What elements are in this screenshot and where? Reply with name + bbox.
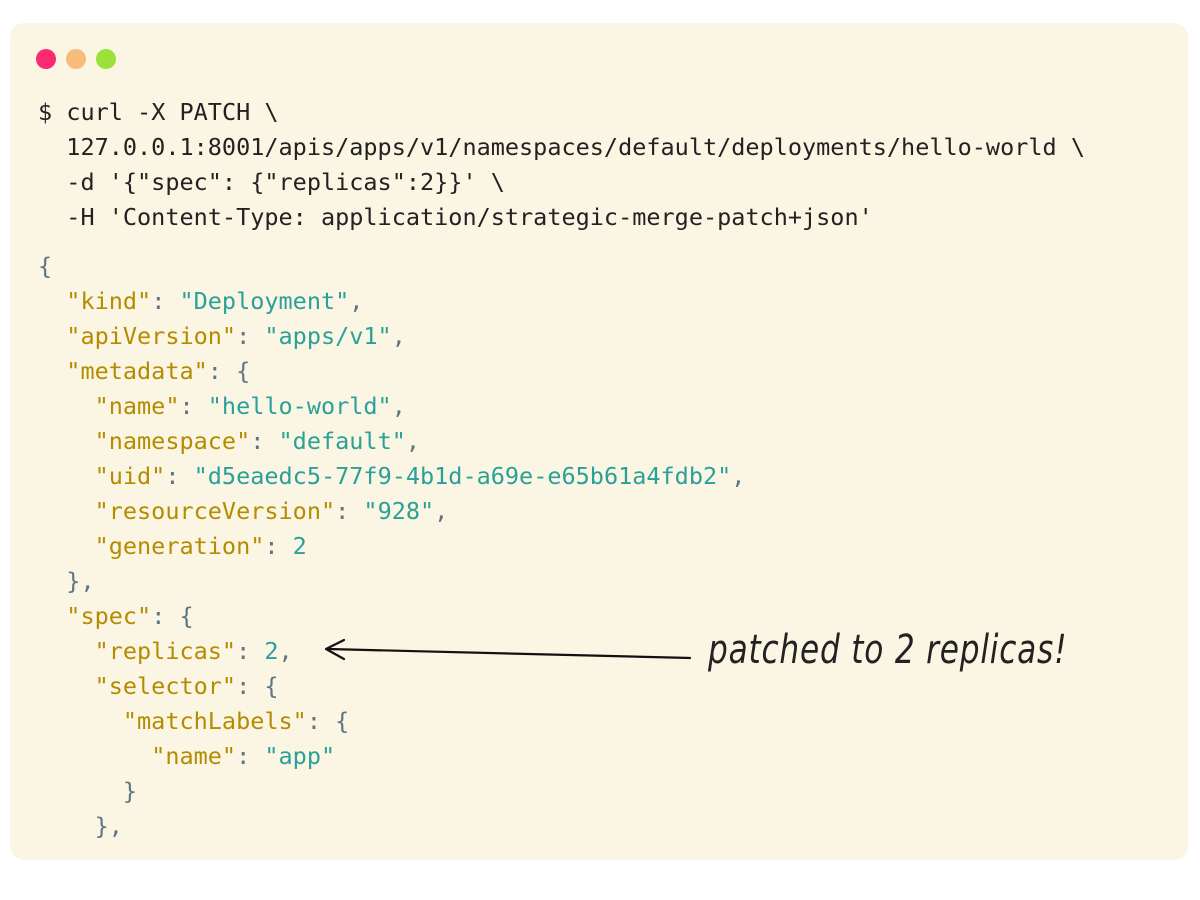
json-value: 2: [292, 532, 307, 560]
json-key: "kind": [66, 287, 152, 315]
annotation-text: patched to 2 replicas!: [708, 627, 1068, 673]
json-line-apiversion: "apiVersion": "apps/v1",: [66, 322, 406, 350]
json-key: "spec": [66, 602, 152, 630]
json-key: "name": [151, 742, 237, 770]
code-block: $ curl -X PATCH \ 127.0.0.1:8001/apis/ap…: [38, 95, 1085, 844]
command-line-3: -d '{"spec": {"replicas":2}}' \: [38, 165, 1085, 200]
json-key: "generation": [94, 532, 265, 560]
json-key: "matchLabels": [122, 707, 307, 735]
window-controls: [36, 49, 116, 69]
json-line-matchlabels: "matchLabels": {: [122, 707, 350, 735]
json-key: "resourceVersion": [94, 497, 336, 525]
json-line-name: "name": "hello-world",: [94, 392, 406, 420]
json-line-selector-close: },: [38, 812, 123, 840]
json-line-metadata-close: },: [38, 567, 95, 595]
command-text: curl -X PATCH \: [66, 98, 279, 126]
command-line-1: $ curl -X PATCH \: [38, 95, 1085, 130]
json-line-namespace: "namespace": "default",: [94, 427, 421, 455]
minimize-button[interactable]: [66, 49, 86, 69]
json-value: "Deployment": [179, 287, 350, 315]
json-value: "apps/v1": [264, 322, 392, 350]
command-url: 127.0.0.1:8001/apis/apps/v1/namespaces/d…: [66, 133, 1085, 161]
json-value: "d5eaedc5-77f9-4b1d-a69e-e65b61a4fdb2": [193, 462, 732, 490]
replicas-value: 2: [264, 637, 279, 665]
command-data-flag: -d '{"spec": {"replicas":2}}' \: [66, 168, 505, 196]
command-line-4: -H 'Content-Type: application/strategic-…: [38, 200, 1085, 235]
json-line-label-name: "name": "app": [151, 742, 336, 770]
json-value: "928": [363, 497, 435, 525]
json-value: "hello-world": [207, 392, 392, 420]
json-key: "namespace": [94, 427, 251, 455]
prompt-symbol: $: [38, 98, 53, 126]
json-line-resourceversion: "resourceVersion": "928",: [94, 497, 449, 525]
json-key: "name": [94, 392, 180, 420]
command-line-2: 127.0.0.1:8001/apis/apps/v1/namespaces/d…: [38, 130, 1085, 165]
command-header-flag: -H 'Content-Type: application/strategic-…: [66, 203, 873, 231]
json-line-matchlabels-close: }: [38, 777, 138, 805]
json-key: "replicas": [94, 637, 237, 665]
maximize-button[interactable]: [96, 49, 116, 69]
json-key: "apiVersion": [66, 322, 237, 350]
json-line-metadata: "metadata": {: [66, 357, 251, 385]
json-open-brace: {: [38, 252, 53, 280]
json-key: "metadata": [66, 357, 208, 385]
json-key: "uid": [94, 462, 166, 490]
json-line-generation: "generation": 2: [94, 532, 307, 560]
terminal-window: $ curl -X PATCH \ 127.0.0.1:8001/apis/ap…: [10, 23, 1188, 860]
json-value: "default": [278, 427, 406, 455]
json-line-uid: "uid": "d5eaedc5-77f9-4b1d-a69e-e65b61a4…: [94, 462, 746, 490]
json-line: {: [38, 249, 1085, 284]
close-button[interactable]: [36, 49, 56, 69]
json-line-kind: "kind": "Deployment",: [66, 287, 364, 315]
json-key: "selector": [94, 672, 237, 700]
json-line-selector: "selector": {: [94, 672, 279, 700]
json-value: "app": [264, 742, 336, 770]
